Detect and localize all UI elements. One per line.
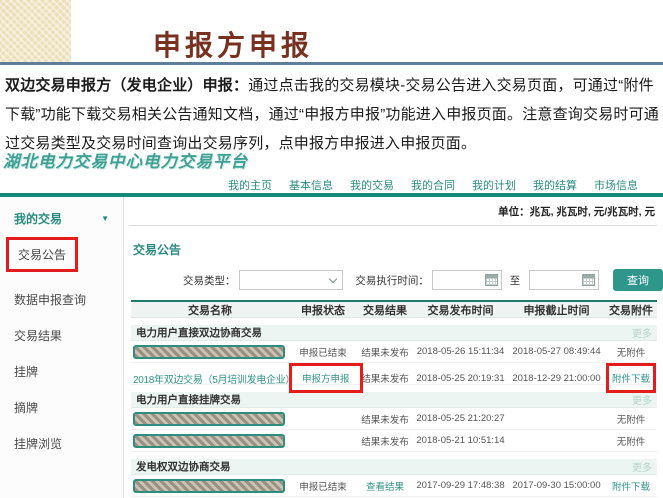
exec-time-end-input[interactable] xyxy=(529,270,599,290)
col-trade-name: 交易名称 xyxy=(131,302,289,318)
col-publish-time: 交易发布时间 xyxy=(413,302,508,318)
table-group-bilateral: 电力用户直接双边协商交易 更多 申报已结束 结果未发布 2018-05-26 1… xyxy=(131,325,657,385)
platform-title: 湖北电力交易中心电力交易平台 xyxy=(3,148,248,172)
page-title: 申报方申报 xyxy=(153,24,313,64)
deadline: 2017-09-30 15:00:00 xyxy=(508,480,605,491)
nav-item-my-trades[interactable]: 我的交易 xyxy=(350,177,394,193)
redacted-trade-name[interactable] xyxy=(133,345,285,359)
to-label: 至 xyxy=(510,273,521,288)
table-row: 申报已结束 结果未发布 2018-05-26 15:11:34 2018-05-… xyxy=(131,341,657,363)
view-result-link[interactable]: 查看结果 xyxy=(366,482,404,493)
publish-time: 2018-05-25 20:19:31 xyxy=(413,373,508,384)
sidebar-item-trade-results[interactable]: 交易结果 xyxy=(14,327,123,344)
col-trade-result: 交易结果 xyxy=(357,302,413,318)
exec-time-label: 交易执行时间： xyxy=(355,273,429,288)
exec-time-start-input[interactable] xyxy=(432,270,502,290)
group-header: 电力用户直接双边协商交易 更多 xyxy=(131,325,657,341)
deadline: 2018-05-27 08:49:44 xyxy=(508,346,605,357)
attachment-status: 无附件 xyxy=(605,345,657,359)
nav-item-home[interactable]: 我的主页 xyxy=(228,177,272,193)
table-group-listing: 电力用户直接挂牌交易 更多 结果未发布 2018-05-25 21:20:27 … xyxy=(131,392,657,452)
redacted-trade-name[interactable] xyxy=(133,412,285,426)
more-link[interactable]: 更多 xyxy=(632,459,652,474)
trade-name-link[interactable]: 2018年双边交易（5月培训发电企业） xyxy=(133,375,295,386)
publish-time: 2017-09-29 17:48:38 xyxy=(413,480,508,491)
deadline: 2018-12-29 21:00:00 xyxy=(508,373,605,384)
title-divider xyxy=(0,62,663,65)
chevron-down-icon: ▼ xyxy=(101,214,109,223)
col-deadline: 申报截止时间 xyxy=(508,302,605,318)
group-header: 电力用户直接挂牌交易 更多 xyxy=(131,392,657,408)
chevron-down-icon xyxy=(329,274,337,282)
announcement-table: 交易名称 申报状态 交易结果 交易发布时间 申报截止时间 交易附件 电力用户直接… xyxy=(131,300,657,498)
trade-result: 结果未发布 xyxy=(357,412,413,426)
table-header-row: 交易名称 申报状态 交易结果 交易发布时间 申报截止时间 交易附件 xyxy=(131,300,657,318)
sidebar-item-trade-announcement[interactable]: 交易公告 xyxy=(6,237,78,272)
trade-type-label: 交易类型： xyxy=(183,273,236,288)
sidebar: 我的交易 ▼ 交易公告 数据申报查询 交易结果 挂牌 摘牌 挂牌浏览 xyxy=(0,197,124,498)
page: 申报方申报 双边交易申报方（发电企业）申报：通过点击我的交易模块-交易公告进入交… xyxy=(0,0,663,498)
col-attachment: 交易附件 xyxy=(605,302,657,318)
publish-time: 2018-05-26 15:11:34 xyxy=(413,346,508,357)
unit-note: 单位：兆瓦, 兆瓦时, 元/兆瓦时, 元 xyxy=(125,197,663,225)
attachment-download-link[interactable]: 附件下载 xyxy=(612,482,650,493)
declaration-status: 申报已结束 xyxy=(289,345,357,359)
attachment-status: 无附件 xyxy=(605,434,657,448)
trade-result: 结果未发布 xyxy=(357,434,413,448)
group-header: 发电权双边协商交易 更多 xyxy=(131,459,657,475)
declare-link-highlighted[interactable]: 申报方申报 xyxy=(289,363,363,393)
more-link[interactable]: 更多 xyxy=(632,325,652,340)
sidebar-header-my-trades[interactable]: 我的交易 ▼ xyxy=(0,197,123,227)
more-link[interactable]: 更多 xyxy=(632,392,652,407)
table-row: 2018年双边交易（5月培训发电企业） 申报方申报 结果未发布 2018-05-… xyxy=(131,363,657,385)
publish-time: 2018-05-25 21:20:27 xyxy=(413,413,508,424)
filter-bar: 交易类型： 交易执行时间： 至 查询 xyxy=(183,269,663,291)
section-title: 交易公告 xyxy=(133,241,663,258)
search-button[interactable]: 查询 xyxy=(613,269,663,291)
nav-item-my-plans[interactable]: 我的计划 xyxy=(472,177,516,193)
sidebar-item-delisting[interactable]: 摘牌 xyxy=(14,399,123,416)
nav-item-basic-info[interactable]: 基本信息 xyxy=(289,177,333,193)
table-row: 申报已结束 查看结果 2017-09-29 17:48:38 2017-09-3… xyxy=(131,475,657,497)
table-group-generation-rights: 发电权双边协商交易 更多 申报已结束 查看结果 2017-09-29 17:48… xyxy=(131,459,657,498)
sidebar-header-label: 我的交易 xyxy=(14,210,62,227)
intro-lead: 双边交易申报方（发电企业）申报： xyxy=(5,77,248,94)
col-declaration-status: 申报状态 xyxy=(289,302,357,318)
nav-item-my-settlement[interactable]: 我的结算 xyxy=(533,177,577,193)
sidebar-item-listing[interactable]: 挂牌 xyxy=(14,363,123,380)
declaration-status: 申报已结束 xyxy=(289,479,357,493)
table-row: 结果未发布 2018-05-25 21:20:27 无附件 xyxy=(131,408,657,430)
redacted-trade-name[interactable] xyxy=(133,434,285,448)
group-title: 发电权双边协商交易 xyxy=(136,459,231,474)
calendar-icon[interactable] xyxy=(582,274,595,286)
slide-corner-decoration xyxy=(0,0,73,62)
sidebar-item-listing-browse[interactable]: 挂牌浏览 xyxy=(14,435,123,452)
trade-result: 结果未发布 xyxy=(357,345,413,359)
nav-item-market-info[interactable]: 市场信息 xyxy=(594,177,638,193)
redacted-trade-name[interactable] xyxy=(133,479,285,493)
trade-result: 结果未发布 xyxy=(357,371,413,385)
group-title: 电力用户直接双边协商交易 xyxy=(136,325,262,340)
attachment-status: 无附件 xyxy=(605,412,657,426)
trade-type-select[interactable] xyxy=(239,270,344,290)
table-row: 结果未发布 2018-05-21 10:51:14 无附件 xyxy=(131,430,657,452)
nav-item-my-contracts[interactable]: 我的合同 xyxy=(411,177,455,193)
group-title: 电力用户直接挂牌交易 xyxy=(136,392,241,407)
top-navbar: 我的主页 基本信息 我的交易 我的合同 我的计划 我的结算 市场信息 xyxy=(228,177,638,193)
intro-paragraph: 双边交易申报方（发电企业）申报：通过点击我的交易模块-交易公告进入交易页面，可通… xyxy=(5,71,659,158)
main-content: 单位：兆瓦, 兆瓦时, 元/兆瓦时, 元 交易公告 交易类型： 交易执行时间： … xyxy=(125,197,663,498)
calendar-icon[interactable] xyxy=(485,274,498,286)
attachment-download-link-highlighted[interactable]: 附件下载 xyxy=(606,363,656,393)
publish-time: 2018-05-21 10:51:14 xyxy=(413,435,508,446)
sidebar-item-data-declaration-query[interactable]: 数据申报查询 xyxy=(14,291,123,308)
main-divider xyxy=(129,225,657,226)
